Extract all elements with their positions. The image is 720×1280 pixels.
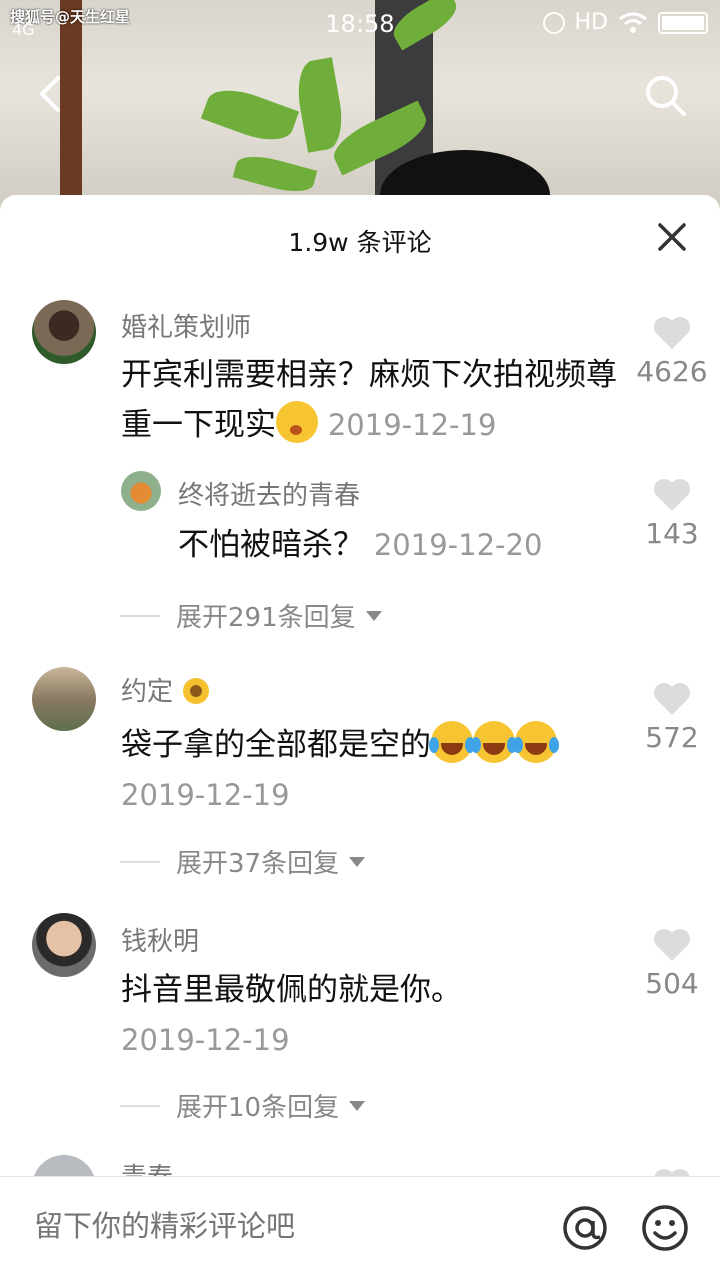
reply-date: 2019-12-20 bbox=[373, 528, 543, 562]
comment-input-bar bbox=[0, 1176, 720, 1280]
close-icon[interactable] bbox=[654, 219, 690, 255]
like-button[interactable]: 4626 bbox=[632, 315, 712, 388]
reply-avatar[interactable] bbox=[121, 471, 161, 511]
username-text: 约定 bbox=[121, 677, 174, 707]
divider-line bbox=[120, 1104, 160, 1107]
leaf bbox=[200, 80, 300, 150]
battery-icon bbox=[658, 11, 708, 34]
back-icon[interactable] bbox=[32, 72, 72, 116]
laugh-cry-emoji-icon bbox=[471, 721, 517, 763]
comment-date: 2019-12-19 bbox=[121, 1023, 290, 1057]
expand-replies-button[interactable]: 展开37条回复 bbox=[120, 843, 366, 880]
search-icon[interactable] bbox=[642, 72, 688, 118]
heart-icon bbox=[654, 317, 690, 349]
comment-username[interactable]: 钱秋明 bbox=[121, 921, 199, 958]
chevron-down-icon bbox=[349, 856, 366, 867]
like-button[interactable]: 572 bbox=[632, 681, 712, 754]
hd-label: HD bbox=[574, 10, 608, 35]
like-count: 572 bbox=[645, 721, 699, 754]
laugh-cry-emoji-icon bbox=[513, 721, 559, 763]
status-bar: 搜狐号@天生红星 4G 18:58 HD bbox=[0, 0, 720, 48]
laugh-cry-emoji-icon bbox=[429, 721, 475, 763]
comment-date: 2019-12-19 bbox=[327, 408, 497, 442]
comment-count-title: 1.9w 条评论 bbox=[288, 228, 432, 257]
comment-username[interactable]: 婚礼策划师 bbox=[121, 307, 251, 344]
expand-label: 展开10条回复 bbox=[176, 1093, 340, 1123]
comment-text[interactable]: 开宾利需要相亲？麻烦下次拍视频尊重一下现实 2019-12-19 bbox=[121, 350, 621, 450]
avatar[interactable] bbox=[32, 667, 96, 731]
reply-body: 不怕被暗杀？ bbox=[178, 527, 364, 563]
divider-line bbox=[120, 860, 160, 863]
emoji-smile-icon[interactable] bbox=[640, 1203, 690, 1253]
leaf bbox=[292, 57, 348, 153]
like-count: 504 bbox=[645, 967, 699, 1000]
leaf bbox=[232, 150, 318, 198]
heart-icon bbox=[654, 683, 690, 715]
like-button[interactable]: 504 bbox=[632, 927, 712, 1000]
expand-label: 展开37条回复 bbox=[176, 849, 340, 879]
heart-icon bbox=[654, 929, 690, 961]
shush-emoji-icon bbox=[276, 401, 318, 443]
expand-replies-button[interactable]: 展开10条回复 bbox=[120, 1087, 366, 1124]
status-icons: HD bbox=[542, 10, 708, 35]
reply-like-button[interactable]: 143 bbox=[632, 477, 712, 550]
wifi-icon bbox=[619, 12, 647, 33]
like-count: 4626 bbox=[636, 355, 708, 388]
heart-icon bbox=[654, 479, 690, 511]
alarm-icon bbox=[542, 11, 565, 34]
divider-line bbox=[120, 614, 160, 617]
reply-username[interactable]: 终将逝去的青春 bbox=[178, 475, 360, 512]
comment-input[interactable] bbox=[34, 1209, 514, 1243]
expand-label: 展开291条回复 bbox=[176, 603, 356, 633]
at-mention-icon[interactable] bbox=[560, 1203, 610, 1253]
comment-sheet: 1.9w 条评论 婚礼策划师 开宾利需要相亲？麻烦下次拍视频尊重一下现实 201… bbox=[0, 195, 720, 1180]
comment-body: 袋子拿的全部都是空的 bbox=[121, 727, 431, 763]
comment-date: 2019-12-19 bbox=[121, 778, 290, 812]
avatar[interactable] bbox=[32, 300, 96, 364]
reply-text[interactable]: 不怕被暗杀？ 2019-12-20 bbox=[178, 520, 618, 570]
sunflower-icon bbox=[183, 678, 210, 704]
avatar[interactable] bbox=[32, 913, 96, 977]
comment-username[interactable]: 约定 bbox=[121, 671, 211, 708]
like-count: 143 bbox=[645, 517, 699, 550]
comment-text[interactable]: 袋子拿的全部都是空的 2019-12-19 bbox=[121, 720, 621, 820]
expand-replies-button[interactable]: 展开291条回复 bbox=[120, 597, 382, 634]
chevron-down-icon bbox=[365, 610, 382, 621]
chevron-down-icon bbox=[349, 1100, 366, 1111]
comment-text[interactable]: 抖音里最敬佩的就是你。 2019-12-19 bbox=[121, 965, 621, 1065]
comment-body: 抖音里最敬佩的就是你。 bbox=[121, 972, 462, 1008]
